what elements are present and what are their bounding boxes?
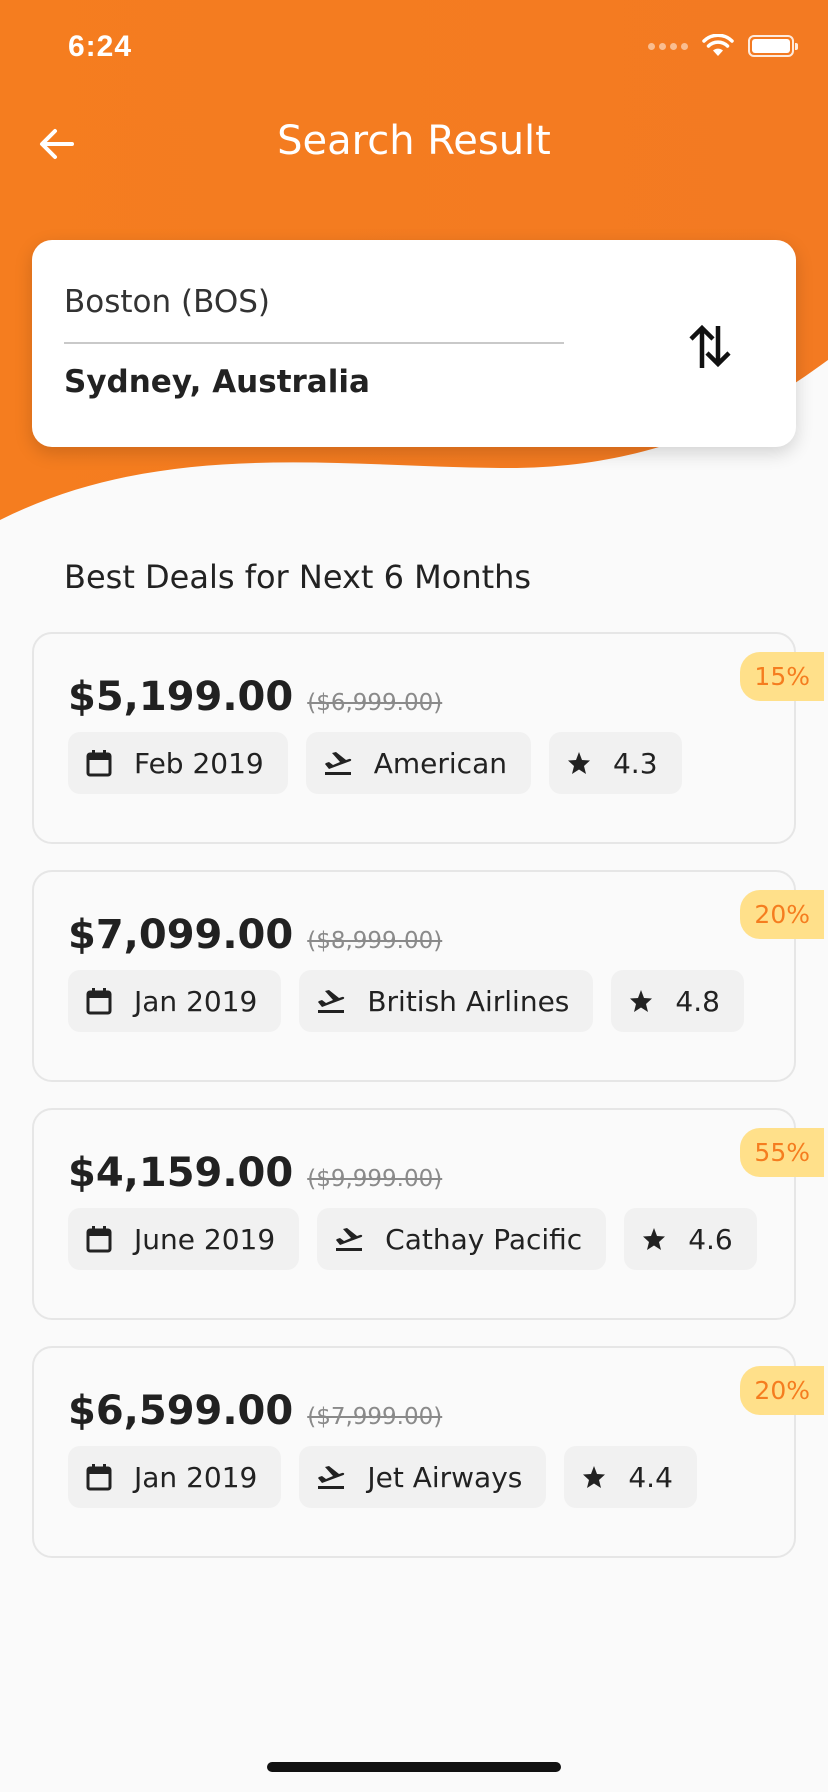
rating-chip: 4.8: [611, 970, 744, 1032]
deal-old-price: ($9,999.00): [307, 1166, 443, 1192]
deal-card[interactable]: $6,599.00 ($7,999.00) Jan 2019 Jet Airwa…: [32, 1346, 824, 1558]
deal-date: Jan 2019: [134, 1460, 258, 1494]
date-chip: Jan 2019: [68, 970, 282, 1032]
flight-takeoff-icon: [336, 1228, 363, 1251]
airline-chip: British Airlines: [299, 970, 594, 1032]
deal-price: $7,099.00: [68, 912, 294, 958]
deal-price-row: $5,199.00 ($6,999.00): [68, 674, 442, 720]
rating-chip: 4.6: [624, 1208, 757, 1270]
deal-date: Feb 2019: [134, 746, 264, 780]
deal-price-row: $6,599.00 ($7,999.00): [68, 1388, 442, 1434]
deal-rating: 4.8: [675, 984, 720, 1018]
calendar-icon: [86, 1226, 112, 1253]
deal-old-price: ($8,999.00): [307, 928, 443, 954]
swap-route-button[interactable]: [682, 316, 738, 376]
origin-field[interactable]: Boston (BOS): [64, 284, 270, 320]
date-chip: Jan 2019: [68, 1446, 282, 1508]
airline-chip: American: [305, 732, 531, 794]
deal-chips: June 2019 Cathay Pacific 4.6: [68, 1208, 757, 1270]
wifi-icon: [702, 34, 734, 56]
calendar-icon: [86, 988, 112, 1015]
cellular-signal-icon: [648, 42, 688, 50]
deal-chips: Jan 2019 British Airlines 4.8: [68, 970, 744, 1032]
route-card: Boston (BOS) Sydney, Australia: [32, 240, 796, 447]
flight-takeoff-icon: [324, 752, 351, 775]
status-icons: [648, 34, 798, 58]
deal-airline: Cathay Pacific: [385, 1222, 583, 1256]
star-icon: [583, 1466, 606, 1488]
destination-field[interactable]: Sydney, Australia: [64, 364, 370, 400]
deal-card[interactable]: $4,159.00 ($9,999.00) June 2019 Cathay P…: [32, 1108, 824, 1320]
deal-price-row: $4,159.00 ($9,999.00): [68, 1150, 442, 1196]
rating-chip: 4.3: [548, 732, 682, 794]
deal-old-price: ($6,999.00): [307, 690, 443, 716]
flight-takeoff-icon: [318, 990, 345, 1013]
flight-takeoff-icon: [318, 1466, 345, 1489]
deal-rating: 4.6: [688, 1222, 733, 1256]
deal-airline: American: [373, 746, 507, 780]
star-icon: [630, 990, 653, 1012]
deal-card[interactable]: $7,099.00 ($8,999.00) Jan 2019 British A…: [32, 870, 824, 1082]
deal-date: Jan 2019: [134, 984, 258, 1018]
battery-icon: [748, 35, 798, 57]
deal-airline: Jet Airways: [367, 1460, 523, 1494]
star-icon: [643, 1228, 666, 1250]
deal-chips: Jan 2019 Jet Airways 4.4: [68, 1446, 697, 1508]
deal-chips: Feb 2019 American 4.3: [68, 732, 682, 794]
discount-badge: 55%: [740, 1128, 824, 1177]
deal-old-price: ($7,999.00): [307, 1404, 443, 1430]
swap-vertical-icon: [689, 324, 731, 368]
discount-badge: 20%: [740, 890, 824, 939]
star-icon: [567, 752, 590, 774]
page-title: Search Result: [277, 118, 551, 164]
deal-rating: 4.4: [628, 1460, 673, 1494]
home-indicator[interactable]: [267, 1762, 561, 1772]
calendar-icon: [86, 1464, 112, 1491]
discount-badge: 20%: [740, 1366, 824, 1415]
status-time: 6:24: [68, 30, 133, 63]
route-divider: [64, 342, 564, 344]
deal-airline: British Airlines: [367, 984, 570, 1018]
rating-chip: 4.4: [564, 1446, 697, 1508]
section-title: Best Deals for Next 6 Months: [64, 558, 532, 596]
deal-price: $6,599.00: [68, 1388, 294, 1434]
deal-price-row: $7,099.00 ($8,999.00): [68, 912, 442, 958]
deal-price: $4,159.00: [68, 1150, 294, 1196]
discount-badge: 15%: [740, 652, 824, 701]
airline-chip: Jet Airways: [299, 1446, 547, 1508]
deal-price: $5,199.00: [68, 674, 294, 720]
date-chip: Feb 2019: [68, 732, 288, 794]
deal-card[interactable]: $5,199.00 ($6,999.00) Feb 2019 American …: [32, 632, 824, 844]
deal-rating: 4.3: [612, 746, 658, 780]
airline-chip: Cathay Pacific: [317, 1208, 607, 1270]
deal-date: June 2019: [134, 1222, 276, 1256]
calendar-icon: [86, 750, 112, 777]
date-chip: June 2019: [68, 1208, 300, 1270]
